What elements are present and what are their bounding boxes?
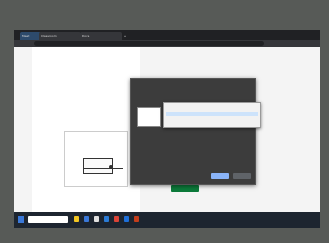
- document-pane: [32, 47, 140, 212]
- taskbar: [14, 212, 320, 228]
- figure-dot: [109, 165, 113, 169]
- store-icon[interactable]: [94, 216, 99, 222]
- edge-icon[interactable]: [84, 216, 89, 222]
- screen-preview[interactable]: [137, 107, 161, 127]
- mail-icon[interactable]: [104, 216, 109, 222]
- tab-meet[interactable]: Meet: [20, 32, 41, 40]
- file-explorer-icon[interactable]: [74, 216, 79, 222]
- diagram-figure: [64, 131, 128, 187]
- figure-line: [83, 168, 123, 169]
- powerpoint-icon[interactable]: [134, 216, 139, 222]
- word-icon[interactable]: [124, 216, 129, 222]
- dropdown-popup: [163, 102, 261, 128]
- share-button[interactable]: [211, 173, 229, 179]
- popup-row[interactable]: [166, 118, 258, 122]
- tab-label: Classroom: [41, 34, 57, 38]
- browser-tabstrip: Meet Classroom Docs +: [14, 30, 320, 40]
- address-bar[interactable]: [34, 41, 264, 46]
- screen: Meet Classroom Docs +: [14, 30, 320, 228]
- tab-label: Meet: [22, 34, 30, 38]
- chrome-icon[interactable]: [114, 216, 119, 222]
- new-tab-button[interactable]: +: [120, 32, 130, 40]
- green-action-button[interactable]: [171, 185, 199, 192]
- taskbar-search-input[interactable]: [28, 216, 68, 223]
- cancel-button[interactable]: [233, 173, 251, 179]
- browser-toolbar: [14, 40, 320, 47]
- popup-row[interactable]: [166, 112, 258, 116]
- tab-docs[interactable]: Docs: [80, 32, 122, 40]
- tab-label: Docs: [82, 34, 90, 38]
- start-button-icon[interactable]: [18, 216, 24, 223]
- dialog-tabs: [135, 94, 251, 99]
- tab-classroom[interactable]: Classroom: [39, 32, 81, 40]
- share-screen-dialog: [130, 78, 256, 185]
